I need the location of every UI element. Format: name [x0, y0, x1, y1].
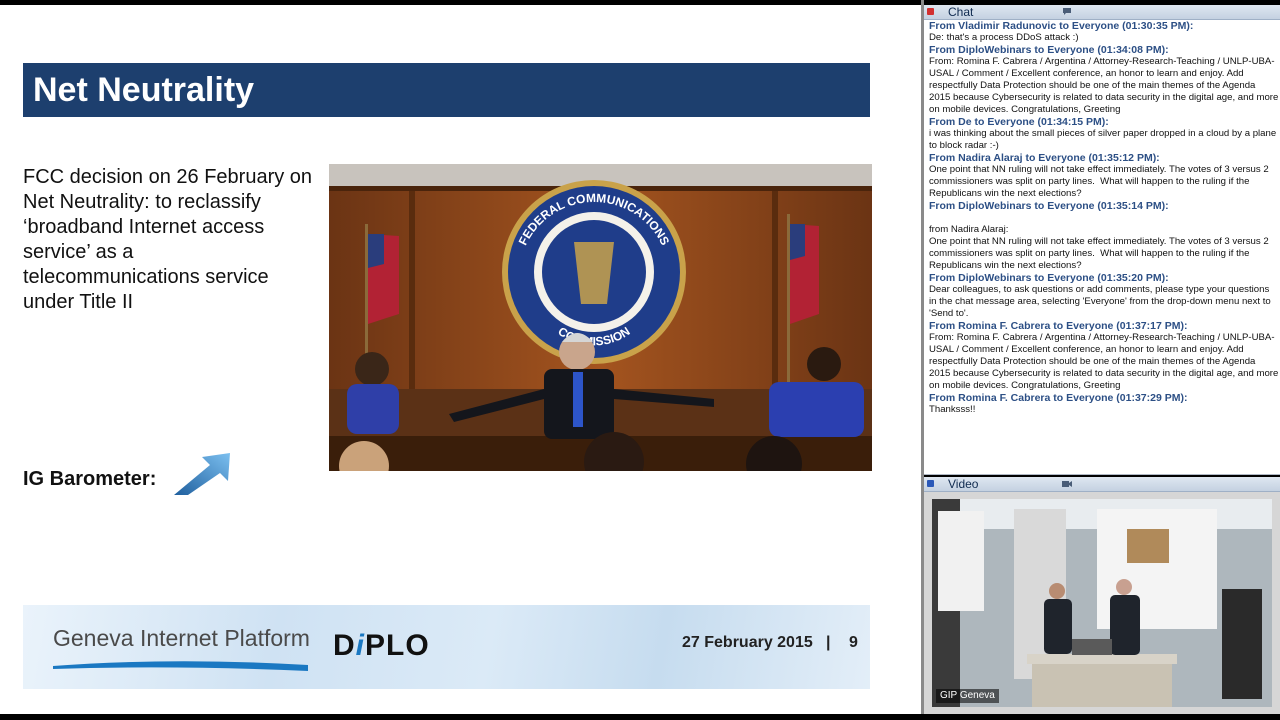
footer-date: 27 February 2015 [682, 634, 813, 651]
presentation-slide: Net Neutrality FCC decision on 26 Februa… [0, 5, 921, 715]
slide-title: Net Neutrality [33, 71, 255, 109]
video-frame-image [932, 499, 1272, 707]
chat-message-sender: From DiploWebinars to Everyone (01:35:20… [929, 272, 1169, 284]
chat-message-text: from Nadira Alaraj: One point that NN ru… [929, 224, 1269, 271]
ig-barometer-label: IG Barometer: [23, 468, 157, 490]
chat-message: From Romina F. Cabrera to Everyone (01:3… [929, 392, 1279, 416]
bottom-edge [0, 714, 1280, 720]
footer-separator: | [826, 634, 831, 651]
chat-message: From DiploWebinars to Everyone (01:35:20… [929, 272, 1279, 320]
video-panel: GIP Geneva [924, 492, 1280, 714]
video-status-icon [927, 480, 934, 487]
chat-message-sender: From Romina F. Cabrera to Everyone (01:3… [929, 392, 1188, 404]
camera-icon[interactable] [1062, 479, 1072, 488]
slide-footer: Geneva Internet Platform DiPLO 27 Februa… [23, 605, 870, 689]
video-panel-header[interactable]: Video [924, 477, 1280, 492]
slide-page-number: 9 [849, 634, 858, 651]
chat-message-text: i was thinking about the small pieces of… [929, 128, 1279, 151]
fcc-photo: FEDERAL COMMUNICATIONS COMMISSION [329, 164, 872, 471]
chat-message-text: De: that's a process DDoS attack :) [929, 32, 1079, 43]
swoosh-icon [53, 661, 308, 671]
chat-options-icon[interactable] [1062, 7, 1072, 16]
chat-message-sender: From DiploWebinars to Everyone (01:35:14… [929, 200, 1169, 212]
chat-message-sender: From Nadira Alaraj to Everyone (01:35:12… [929, 152, 1160, 164]
chat-message: From Romina F. Cabrera to Everyone (01:3… [929, 320, 1279, 392]
status-icon [927, 8, 934, 15]
chat-message-text: From: Romina F. Cabrera / Argentina / At… [929, 56, 1279, 115]
chat-message-sender: From De to Everyone (01:34:15 PM): [929, 116, 1109, 128]
video-stream[interactable]: GIP Geneva [932, 499, 1272, 707]
chat-panel-title: Chat [948, 5, 974, 19]
chat-message: From DiploWebinars to Everyone (01:34:08… [929, 44, 1279, 116]
chat-message: From Vladimir Radunovic to Everyone (01:… [929, 20, 1279, 44]
chat-message-sender: From Romina F. Cabrera to Everyone (01:3… [929, 320, 1188, 332]
chat-message: From Nadira Alaraj to Everyone (01:35:12… [929, 152, 1279, 200]
video-caption: GIP Geneva [936, 689, 999, 703]
chat-message-list: It's possible to interfere with communic… [929, 20, 1279, 416]
chat-panel-header[interactable]: Chat [924, 5, 1280, 20]
slide-title-bar: Net Neutrality [23, 63, 870, 117]
chat-message-text: From: Romina F. Cabrera / Argentina / At… [929, 332, 1279, 391]
diplo-logo: DiPLO [333, 629, 430, 662]
slide-body-text: FCC decision on 26 February on Net Neutr… [23, 166, 313, 313]
chat-message-text: Dear colleagues, to ask questions or add… [929, 284, 1274, 319]
chat-panel[interactable]: It's possible to interfere with communic… [924, 20, 1280, 475]
chat-message: From DiploWebinars to Everyone (01:35:14… [929, 200, 1279, 272]
footer-org-name: Geneva Internet Platform [53, 625, 310, 651]
fcc-hearing-image: FEDERAL COMMUNICATIONS COMMISSION [329, 164, 872, 471]
video-panel-title: Video [948, 477, 979, 491]
trend-up-arrow-icon [174, 453, 230, 495]
chat-message: From De to Everyone (01:34:15 PM): i was … [929, 116, 1279, 152]
chat-message-text: One point that NN ruling will not take e… [929, 164, 1272, 199]
chat-message-sender: From Vladimir Radunovic to Everyone (01:… [929, 20, 1194, 32]
chat-message-text: Thanksss!! [929, 404, 976, 415]
chat-message-sender: From DiploWebinars to Everyone (01:34:08… [929, 44, 1169, 56]
